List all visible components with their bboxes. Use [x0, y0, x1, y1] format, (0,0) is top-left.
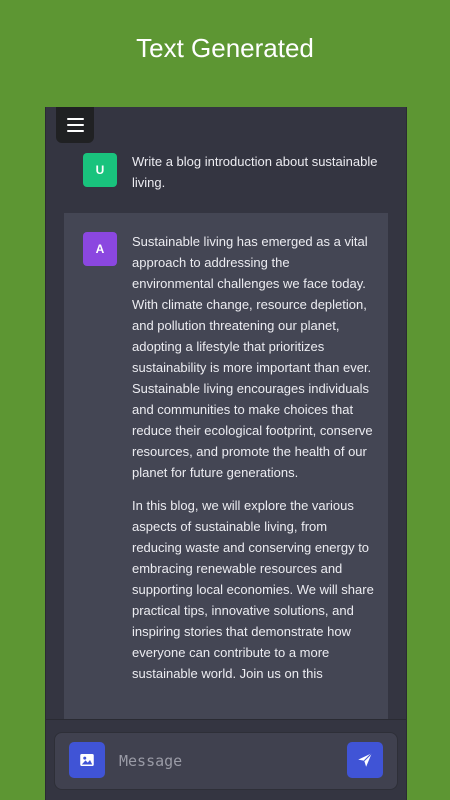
hamburger-menu-icon — [66, 114, 84, 136]
send-button[interactable] — [347, 742, 383, 778]
app-screen: Text Generated U Write a blog introducti… — [0, 0, 450, 800]
assistant-paragraph: Sustainable living has emerged as a vita… — [132, 234, 373, 480]
chat-window: U Write a blog introduction about sustai… — [45, 107, 407, 800]
banner-title: Text Generated — [136, 33, 314, 63]
attach-image-button[interactable] — [69, 742, 105, 778]
assistant-message: A Sustainable living has emerged as a vi… — [64, 213, 388, 733]
user-message-text: Write a blog introduction about sustaina… — [132, 154, 378, 190]
user-message: U Write a blog introduction about sustai… — [46, 145, 406, 215]
composer-box — [54, 732, 398, 790]
menu-button[interactable] — [56, 107, 94, 143]
message-input[interactable] — [117, 745, 331, 777]
assistant-paragraph: In this blog, we will explore the variou… — [132, 498, 374, 681]
user-avatar: U — [83, 153, 117, 187]
send-icon — [358, 752, 373, 767]
assistant-avatar: A — [83, 232, 117, 266]
composer-bar — [46, 719, 406, 800]
image-icon — [80, 754, 94, 766]
assistant-message-text: Sustainable living has emerged as a vita… — [132, 231, 374, 696]
